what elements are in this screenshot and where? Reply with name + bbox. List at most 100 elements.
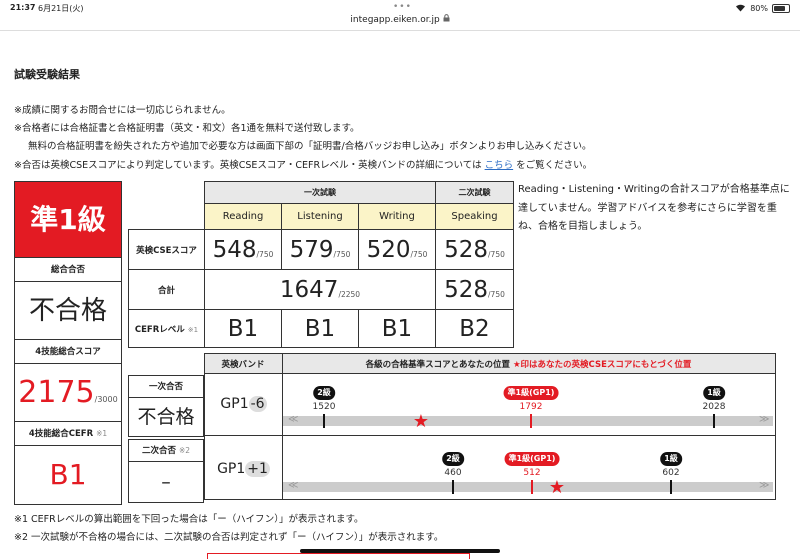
score-reading: 548/750 [204,229,282,270]
url-text[interactable]: integapp.eiken.or.jp [350,15,439,25]
marker-grade2-score: 460 [444,468,462,478]
overall-result: 不合格 [15,282,121,340]
marker-pre1-score: 512 [523,468,541,478]
score-max: /750 [488,249,505,259]
your-position-star-icon: ★ [412,411,430,432]
status-right: 80% [735,3,790,14]
note-3: 無料の合格証明書を紛失された方や追加で必要な方は画面下部の「証明書/合格バッジお… [28,141,592,153]
marker-pre1-score: 1792 [519,402,543,412]
details-link[interactable]: こちら [485,160,514,171]
status-time: 21:37 [10,3,36,12]
marker-pre1-tick [531,480,533,494]
wifi-icon [735,3,746,14]
first-total-value: 1647 [279,276,339,303]
marker-grade1-score: 602 [662,468,680,478]
url-bar[interactable]: integapp.eiken.or.jp [0,14,800,25]
note-2: ※合格者には合格証書と合格証明書（英文・和文）各1通を無料で送付致します。 [14,123,360,135]
status-date: 6月21日(火) [38,4,84,13]
marker-grade2-tick [323,414,325,428]
score-value: 528 [444,236,489,263]
footnote-2: ※2 一次試験が不合格の場合には、二次試験の合否は判定されず「ー（ハイフン）」が… [14,532,444,543]
home-indicator[interactable] [300,549,500,553]
your-position-star-icon: ★ [548,477,566,498]
skill-writing: Writing [358,203,436,230]
marker-pre1-tick [530,414,532,428]
total4-label: 4技能総合スコア [15,340,121,364]
marker-grade2-chip: 2級 [442,452,464,466]
total4-max: /3000 [94,395,118,404]
marker-pre1-chip: 準1級(GP1) [503,386,559,400]
battery-percent: 80% [750,4,768,13]
marker-grade2-chip: 2級 [313,386,335,400]
corner-cell [128,181,205,230]
scale-break-icon: ≫ [759,480,770,491]
note-4-text: ※合否は英検CSEスコアにより判定しています。英検CSEスコア・CEFRレベル・… [14,159,482,171]
marker-grade1-chip: 1級 [703,386,725,400]
total4-score: 2175 [18,375,95,410]
second-band-value: GP1 +1 [205,461,282,477]
first-outcome-result: 不合格 [137,406,195,428]
marker-grade1-chip: 1級 [660,452,682,466]
grade-banner: 準1級 [15,182,121,258]
footnotes: ※1 CEFRレベルの算出範囲を下回った場合は「ー（ハイフン）」が表示されます。… [14,511,443,547]
advice-comment: Reading・Listening・Writingの合計スコアが合格基準点に達し… [518,184,790,232]
cse-label: 英検CSEスコア [128,229,205,270]
second-scale-track [283,482,773,492]
position-header-cell: 各級の合格基準スコアとあなたの位置 ★印はあなたの英検CSEスコアにもとづく位置 [281,353,776,374]
bottom-button-edge[interactable] [207,553,470,559]
scale-break-icon: ≪ [288,414,299,425]
score-speaking: 528/750 [435,229,514,270]
marker-grade1-score: 2028 [702,402,726,412]
cefr4-note: ※1 [96,429,108,438]
marker-grade2-tick [452,480,454,494]
footnote-1: ※1 CEFRレベルの算出範囲を下回った場合は「ー（ハイフン）」が表示されます。 [14,514,364,525]
band-corner [128,354,204,374]
first-scale-track [283,416,773,426]
first-outcome-box: 一次合否 不合格 [128,375,204,437]
lock-icon [443,14,450,25]
position-note: ★印はあなたの英検CSEスコアにもとづく位置 [512,359,692,370]
notes: ※成績に関するお問合せには一切応じられません。 ※合格者には合格証書と合格証明書… [14,102,592,175]
first-band-delta: -6 [248,396,267,412]
marker-grade1-tick [670,480,672,494]
first-band-value: GP1 -6 [205,396,282,412]
battery-icon [772,4,790,13]
score-max: /750 [333,249,351,259]
position-header: 各級の合格基準スコアとあなたの位置 [365,359,510,370]
score-value: 579 [289,236,334,263]
first-total: 1647/2250 [204,269,436,310]
second-stage-header: 二次試験 [435,181,514,204]
summary-column: 準1級 総合合否 不合格 4技能総合スコア 2175/3000 4技能総合CEF… [14,181,122,505]
marker-pre1-chip: 準1級(GP1) [504,452,560,466]
skill-reading: Reading [204,203,282,230]
cefr4-label-cell: 4技能総合CEFR ※1 [15,422,121,446]
cefr-writing: B1 [358,309,436,348]
skill-listening: Listening [281,203,359,230]
second-outcome-result: – [161,471,171,493]
overall-label: 総合合否 [15,258,121,282]
note-4: ※合否は英検CSEスコアにより判定しています。英検CSEスコア・CEFRレベル・… [14,157,592,175]
cefr-listening: B1 [281,309,359,348]
second-outcome-label: 二次合否 [141,446,176,456]
marker-grade2-score: 1520 [312,402,336,412]
first-band: GP1 [220,396,249,412]
band-header: 英検バンド [203,353,283,374]
second-band-delta: +1 [245,461,270,477]
first-stage-header: 一次試験 [204,181,436,204]
scale-break-icon: ≪ [288,480,299,491]
first-total-max: /2250 [338,289,361,299]
second-outcome-label-cell: 二次合否 ※2 [129,440,203,462]
section-title: 試験受験結果 [14,68,80,81]
cefr-label-cell: CEFRレベル ※1 [128,309,205,348]
second-total-value: 528 [444,276,489,303]
first-outcome-label: 一次合否 [129,376,203,398]
second-band: GP1 [217,461,246,477]
score-value: 548 [212,236,257,263]
multitasking-dots-icon[interactable]: ••• [393,2,412,12]
divider [0,30,800,31]
second-total-max: /750 [488,289,505,299]
second-outcome-box: 二次合否 ※2 – [128,439,204,503]
score-max: /750 [410,249,428,259]
total-label: 合計 [128,269,205,310]
cefr4-value: B1 [49,458,87,491]
